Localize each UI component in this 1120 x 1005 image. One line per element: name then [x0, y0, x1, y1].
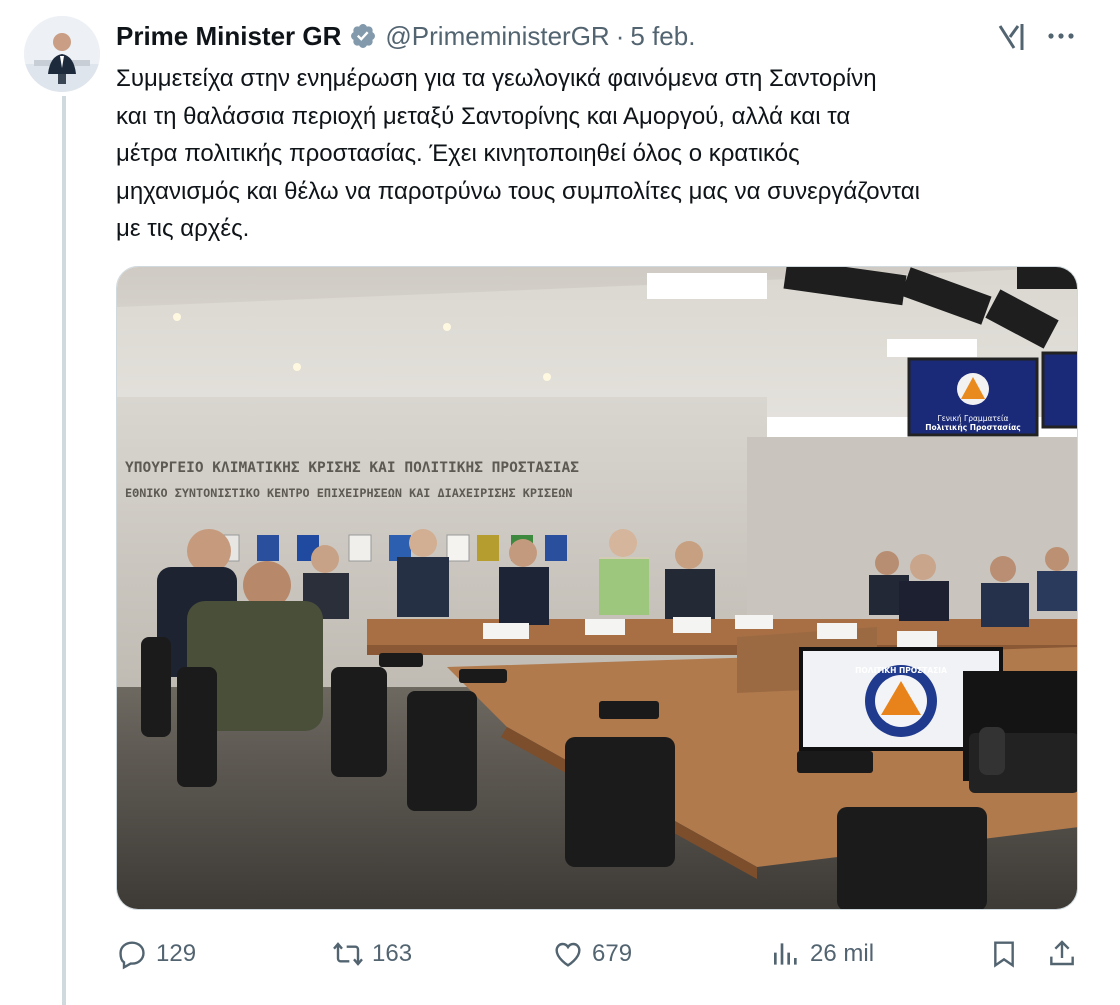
like-button[interactable]: 679	[552, 932, 632, 976]
avatar[interactable]	[24, 16, 100, 92]
repost-icon	[333, 942, 363, 966]
grok-icon[interactable]	[994, 20, 1028, 54]
views-chart-icon	[774, 943, 797, 965]
views-button[interactable]: 26 mil	[770, 932, 874, 976]
bookmark-icon	[994, 941, 1014, 968]
screen-text-2: Πολιτικής Προστασίας	[925, 423, 1020, 432]
reply-button[interactable]: 129	[116, 932, 196, 976]
bookmark-button[interactable]	[988, 932, 1020, 976]
tweet-photo[interactable]: ΥΠΟΥΡΓΕΙΟ ΚΛΙΜΑΤΙΚΗΣ ΚΡΙΣΗΣ ΚΑΙ ΠΟΛΙΤΙΚΗ…	[116, 266, 1078, 910]
reply-icon	[119, 941, 145, 970]
post-date[interactable]: 5 feb.	[630, 21, 695, 52]
separator-dot: ·	[615, 20, 625, 51]
heart-icon	[555, 942, 581, 967]
repost-count: 163	[372, 940, 413, 967]
wall-heading-1: ΥΠΟΥΡΓΕΙΟ ΚΛΙΜΑΤΙΚΗΣ ΚΡΙΣΗΣ ΚΑΙ ΠΟΛΙΤΙΚΗ…	[125, 460, 579, 476]
tweet-text: Συμμετείχα στην ενημέρωση για τα γεωλογι…	[116, 65, 920, 242]
wall-heading-2: ΕΘΝΙΚΟ ΣΥΝΤΟΝΙΣΤΙΚΟ ΚΕΝΤΡΟ ΕΠΙΧΕΙΡΗΣΕΩΝ …	[125, 486, 572, 500]
author-handle[interactable]: @PrimeministerGR	[385, 21, 609, 52]
repost-button[interactable]: 163	[332, 932, 412, 976]
thread-line	[62, 96, 66, 1005]
screen-text-1: Γενική Γραμματεία	[938, 414, 1009, 423]
share-icon	[1050, 940, 1074, 966]
reply-count: 129	[156, 940, 197, 967]
more-options-icon[interactable]	[1044, 24, 1078, 48]
views-count: 26 mil	[810, 940, 875, 967]
share-button[interactable]	[1046, 932, 1078, 976]
crisis-room-photo: ΥΠΟΥΡΓΕΙΟ ΚΛΙΜΑΤΙΚΗΣ ΚΡΙΣΗΣ ΚΑΙ ΠΟΛΙΤΙΚΗ…	[117, 267, 1077, 909]
like-count: 679	[592, 940, 633, 967]
author-name[interactable]: Prime Minister GR	[116, 21, 341, 52]
monitor-logo-text: ΠΟΛΙΤΙΚΗ ΠΡΟΣΤΑΣΙΑ	[855, 666, 947, 675]
tweet-header: Prime Minister GR @PrimeministerGR · 5 f…	[116, 18, 695, 54]
verified-badge-icon	[349, 22, 377, 50]
action-bar: 129 163 679 26 mil	[116, 932, 1078, 976]
avatar-photo	[24, 16, 100, 92]
